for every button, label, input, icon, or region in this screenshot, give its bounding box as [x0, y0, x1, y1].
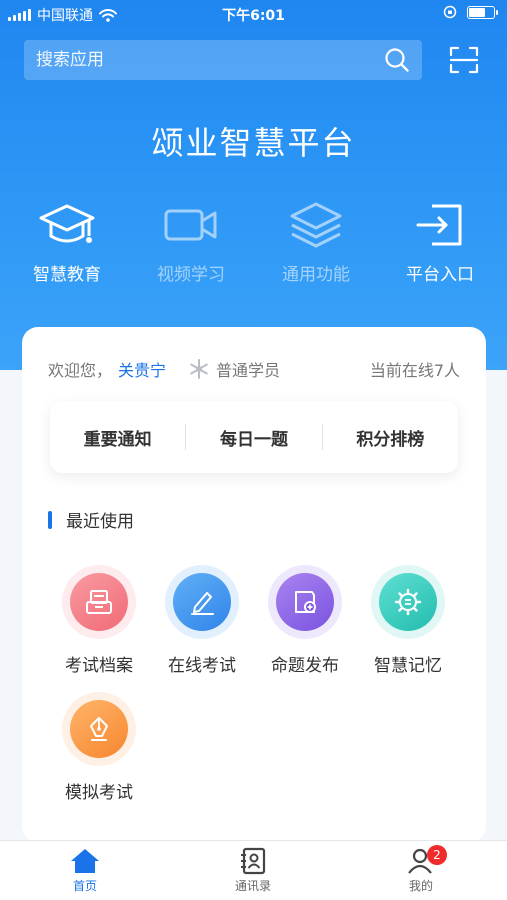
home-icon — [71, 849, 99, 873]
search-bar[interactable] — [24, 40, 422, 80]
category-label: 平台入口 — [406, 265, 474, 285]
main-card: 欢迎您， 关贵宁 普通学员 当前在线7人 重要通知 每日一题 积分排榜 最近使用 — [22, 327, 486, 842]
clock: 下午6:01 — [222, 8, 285, 24]
quick-links: 重要通知 每日一题 积分排榜 — [50, 401, 458, 473]
tab-label: 我的 — [408, 879, 433, 893]
bottom-tab-bar: 首页 通讯录 2 我的 — [0, 840, 507, 900]
points-ranking-button[interactable]: 积分排榜 — [323, 425, 458, 450]
category-video-learning[interactable]: 视频学习 — [136, 200, 246, 285]
pen-edit-icon — [191, 592, 214, 615]
status-bar: 中国联通 下午6:01 — [0, 0, 507, 28]
search-icon[interactable] — [384, 47, 410, 73]
important-notice-button[interactable]: 重要通知 — [50, 425, 185, 450]
tab-mine[interactable]: 2 我的 — [381, 845, 461, 894]
category-label: 视频学习 — [157, 265, 225, 285]
greeting-text: 欢迎您， — [48, 361, 113, 380]
snowflake-icon — [190, 359, 208, 379]
category-label: 智慧教育 — [33, 265, 101, 285]
gear-list-icon — [394, 588, 422, 616]
search-input[interactable] — [36, 50, 384, 70]
app-smart-memory[interactable]: 智慧记忆 — [358, 565, 458, 676]
app-exam-archive[interactable]: 考试档案 — [49, 565, 149, 676]
app-label: 模拟考试 — [65, 783, 133, 803]
document-add-icon — [295, 591, 316, 613]
app-mock-exam[interactable]: 模拟考试 — [49, 692, 149, 803]
notification-badge: 2 — [427, 845, 447, 865]
app-online-exam[interactable]: 在线考试 — [152, 565, 252, 676]
category-general-functions[interactable]: 通用功能 — [261, 200, 371, 285]
pen-nib-icon — [90, 717, 108, 741]
login-icon — [416, 204, 462, 246]
welcome-line: 欢迎您， 关贵宁 普通学员 — [48, 357, 280, 381]
section-title: 最近使用 — [66, 512, 134, 532]
user-name[interactable]: 关贵宁 — [118, 357, 166, 381]
battery-icon — [467, 5, 498, 19]
layers-icon — [290, 202, 342, 248]
category-platform-entrance[interactable]: 平台入口 — [385, 200, 495, 285]
archive-box-icon — [86, 590, 112, 614]
online-count: 当前在线7人 — [369, 361, 460, 380]
app-question-publish[interactable]: 命题发布 — [255, 565, 355, 676]
section-marker — [48, 510, 52, 529]
app-label: 智慧记忆 — [374, 656, 442, 676]
tab-home[interactable]: 首页 — [45, 847, 125, 894]
tab-label: 通讯录 — [234, 879, 271, 893]
video-camera-icon — [164, 209, 217, 241]
grade-label: 普通学员 — [216, 361, 281, 380]
app-label: 考试档案 — [65, 656, 133, 676]
recent-section-header: 最近使用 — [48, 507, 134, 532]
category-smart-education[interactable]: 智慧教育 — [12, 200, 122, 285]
app-label: 命题发布 — [271, 656, 339, 676]
app-label: 在线考试 — [168, 656, 236, 676]
category-row: 智慧教育 视频学习 通用功能 平台入口 — [0, 200, 507, 300]
daily-question-button[interactable]: 每日一题 — [186, 425, 321, 450]
tab-contacts[interactable]: 通讯录 — [213, 847, 293, 894]
category-label: 通用功能 — [282, 265, 350, 285]
member-grade: 普通学员 — [188, 357, 280, 381]
graduation-cap-icon — [39, 204, 95, 243]
tab-label: 首页 — [72, 879, 97, 893]
scan-icon[interactable] — [448, 44, 480, 76]
page-title: 颂业智慧平台 — [151, 124, 356, 162]
orientation-lock-icon — [443, 5, 457, 19]
contacts-icon — [241, 847, 266, 875]
